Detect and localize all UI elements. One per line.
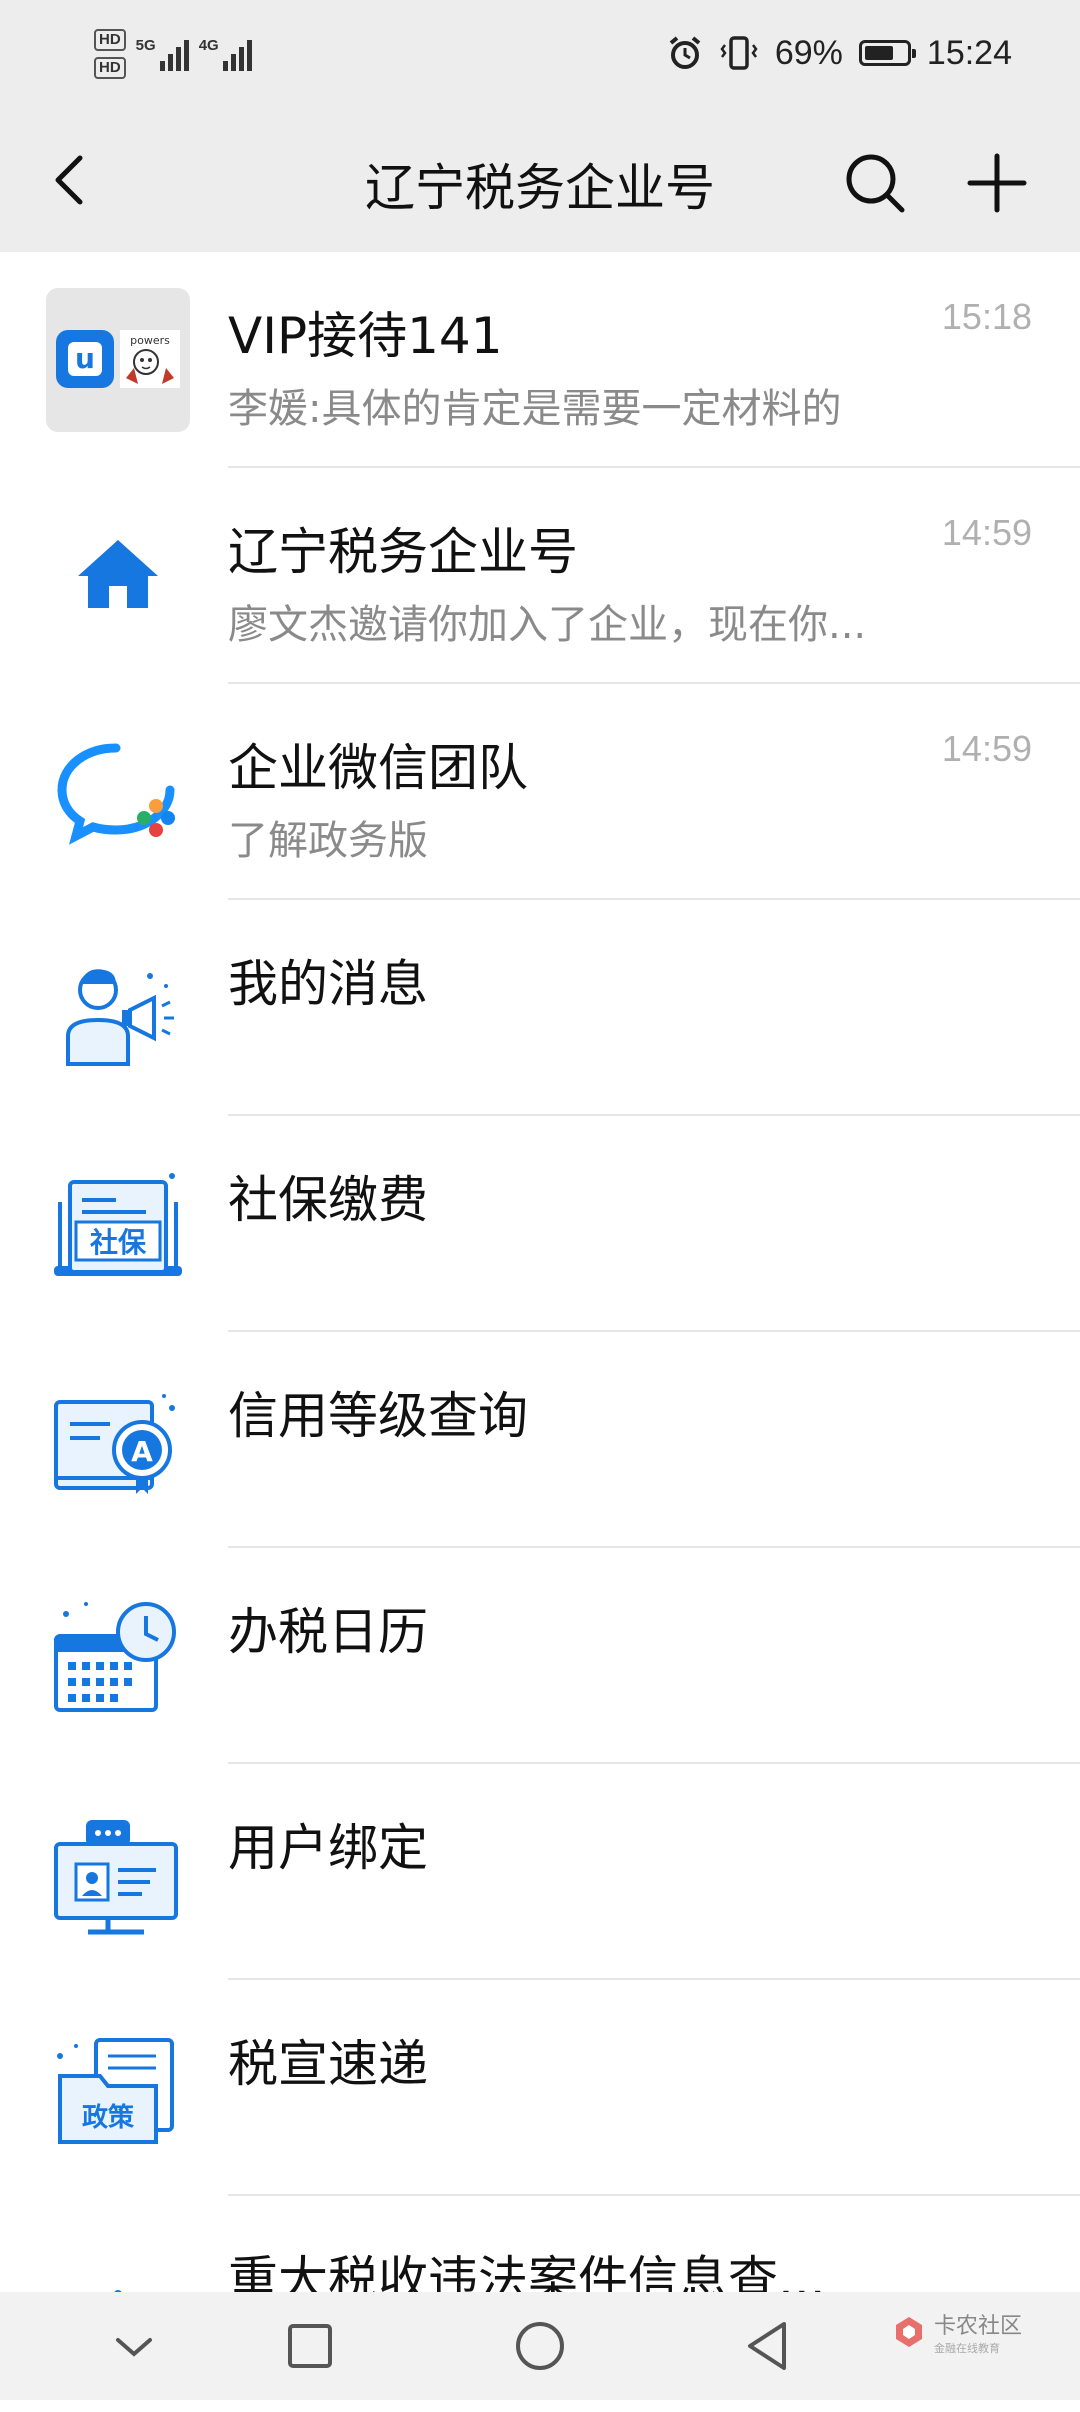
- conversation-name: 信用等级查询: [228, 1387, 528, 1445]
- my-messages-avatar: [46, 936, 190, 1080]
- icon-label: 社保: [90, 1226, 147, 1259]
- hd-indicators: HD HD: [94, 29, 126, 79]
- conversation-item-my-messages[interactable]: 我的消息: [0, 900, 1080, 1116]
- social-security-document-icon: 社保: [54, 1173, 182, 1276]
- search-button[interactable]: [840, 148, 910, 218]
- status-right: 69% 15:24: [667, 28, 1012, 78]
- monitor-id-card-icon: [54, 1820, 178, 1935]
- signal-bars-icon: [222, 37, 252, 71]
- search-icon: [846, 154, 905, 213]
- conversation-name: 我的消息: [228, 955, 428, 1013]
- square-icon: [288, 2324, 332, 2368]
- add-button[interactable]: [962, 148, 1032, 218]
- nav-recents-button[interactable]: [280, 2316, 340, 2376]
- nav-collapse-button[interactable]: [104, 2316, 164, 2376]
- watermark-text: 卡农社区: [933, 2314, 1022, 2339]
- icon-label: A: [131, 1435, 153, 1468]
- social-security-avatar: 社保: [46, 1152, 190, 1296]
- signal-bars-icon: [159, 37, 189, 71]
- vibrate-icon: [720, 36, 758, 70]
- conversation-item-credit-query[interactable]: A 信用等级查询: [0, 1332, 1080, 1548]
- signal-5g: 5G: [136, 37, 189, 71]
- tax-calendar-avatar: [46, 1584, 190, 1728]
- status-bar: HD HD 5G 4G 69% 15:24: [0, 0, 1080, 108]
- group-avatar-icon: u powers: [56, 330, 180, 388]
- conversation-item-wecom-team[interactable]: 企业微信团队 了解政务版 14:59: [0, 684, 1080, 900]
- signal-4g: 4G: [199, 37, 252, 71]
- conversation-time: 14:59: [941, 728, 1032, 769]
- home-avatar: [46, 504, 190, 648]
- conversation-name: 用户绑定: [228, 1819, 428, 1877]
- conversation-name: 办税日历: [228, 1603, 428, 1661]
- conversation-name: 税宣速递: [228, 2035, 428, 2093]
- avatar-u-text: u: [75, 342, 95, 375]
- policy-folder-icon: 政策: [57, 2038, 174, 2144]
- credit-avatar: A: [46, 1368, 190, 1512]
- calendar-clock-icon: [54, 1602, 176, 1712]
- alarm-icon: [669, 36, 701, 69]
- signal-indicators: HD HD 5G 4G: [94, 22, 252, 86]
- circle-icon: [516, 2322, 564, 2370]
- system-navigation-bar: 卡农社区 金融在线教育: [0, 2292, 1080, 2400]
- wecom-avatar: [46, 720, 190, 864]
- hd-badge-2: HD: [94, 57, 126, 79]
- chevron-down-icon: [116, 2338, 152, 2357]
- credit-book-icon: A: [54, 1394, 175, 1494]
- conversation-name: VIP接待141: [228, 307, 503, 365]
- conversation-name: 辽宁税务企业号: [228, 523, 578, 581]
- conversation-item-vip[interactable]: u powers VIP接待141 李媛:具体的肯定是需要一定材料的 15:18: [0, 252, 1080, 468]
- user-binding-avatar: [46, 1800, 190, 1944]
- avatar-powers-text: powers: [130, 334, 170, 347]
- conversation-time: 15:18: [941, 296, 1032, 337]
- home-icon: [78, 540, 158, 608]
- conversation-item-tax-express[interactable]: 政策 税宣速递: [0, 1980, 1080, 2196]
- clock: 15:24: [926, 33, 1012, 72]
- plus-icon: [967, 153, 1027, 213]
- nav-back-button[interactable]: [738, 2316, 798, 2376]
- battery-icon: [858, 40, 916, 66]
- watermark: 卡农社区 金融在线教育: [892, 2308, 1022, 2356]
- hd-badge-1: HD: [94, 29, 126, 51]
- conversation-time: 14:59: [941, 512, 1032, 553]
- conversation-name: 社保缴费: [228, 1171, 428, 1229]
- app-header: 辽宁税务企业号: [0, 108, 1080, 252]
- icon-label: 政策: [82, 2102, 134, 2133]
- watermark-logo-icon: [895, 2317, 922, 2347]
- nav-home-button[interactable]: [510, 2316, 570, 2376]
- megaphone-person-icon: [66, 969, 174, 1066]
- conversation-preview: 了解政务版: [228, 818, 428, 864]
- group-avatar: u powers: [46, 288, 190, 432]
- watermark-subtext: 金融在线教育: [933, 2342, 1000, 2355]
- conversation-item-user-binding[interactable]: 用户绑定: [0, 1764, 1080, 1980]
- conversation-preview: 李媛:具体的肯定是需要一定材料的: [228, 386, 842, 432]
- conversation-item-liaoning-tax[interactable]: 辽宁税务企业号 廖文杰邀请你加入了企业，现在你... 14:59: [0, 468, 1080, 684]
- tax-express-avatar: 政策: [46, 2016, 190, 2160]
- conversation-name: 企业微信团队: [228, 739, 528, 797]
- page-title: 辽宁税务企业号: [365, 159, 715, 217]
- conversation-preview: 廖文杰邀请你加入了企业，现在你...: [228, 602, 867, 648]
- battery-percent: 69%: [774, 33, 843, 72]
- conversation-item-social-security[interactable]: 社保 社保缴费: [0, 1116, 1080, 1332]
- wecom-logo-icon: [57, 743, 175, 845]
- triangle-back-icon: [748, 2322, 786, 2370]
- conversation-item-tax-calendar[interactable]: 办税日历: [0, 1548, 1080, 1764]
